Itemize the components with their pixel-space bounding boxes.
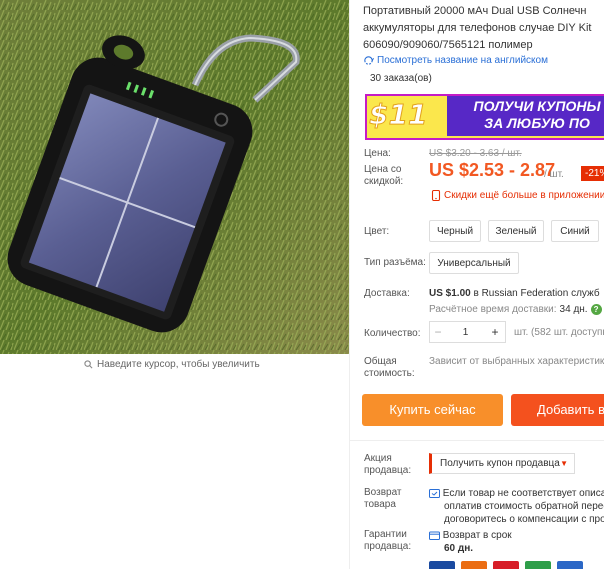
orders-count: 30 заказа(ов) bbox=[370, 73, 432, 84]
color-option-black[interactable]: Черный bbox=[429, 220, 481, 242]
color-option-green[interactable]: Зеленый bbox=[488, 220, 544, 242]
label-line: скидкой: bbox=[364, 176, 404, 187]
visa-icon bbox=[429, 561, 455, 569]
product-image[interactable] bbox=[0, 0, 349, 354]
label-line: Возврат bbox=[364, 487, 402, 498]
banner-price: $11 bbox=[369, 98, 439, 132]
label-line: Акция bbox=[364, 453, 392, 464]
returns-line: Если товар не соответствует описан bbox=[429, 487, 604, 500]
chevron-down-icon: ▼ bbox=[560, 459, 568, 468]
shipping-value[interactable]: US $1.00 в Russian Federation служб bbox=[429, 288, 600, 299]
discount-price: US $2.53 - 2.87 bbox=[429, 160, 556, 180]
return-icon bbox=[429, 488, 440, 498]
app-promo-link[interactable]: Скидки ещё больше в приложении bbox=[431, 190, 604, 201]
zoom-hint-text: Наведите курсор, чтобы увеличить bbox=[97, 359, 260, 370]
calendar-icon bbox=[429, 531, 440, 540]
translate-icon bbox=[364, 56, 374, 65]
label-line: продавца: bbox=[364, 465, 412, 476]
label-line: Общая bbox=[364, 356, 397, 367]
color-option-blue[interactable]: Синий bbox=[551, 220, 599, 242]
label-line: товара bbox=[364, 499, 396, 510]
quantity-stepper: − 1 + bbox=[429, 321, 506, 343]
returns-label: Возврат товара bbox=[364, 487, 402, 511]
add-to-cart-button[interactable]: Добавить в bbox=[511, 394, 604, 426]
warranty-text: Возврат в срок bbox=[442, 530, 512, 541]
phone-icon bbox=[431, 190, 441, 201]
warranty-info: Возврат в срок 60 дн. bbox=[429, 529, 512, 555]
seller-coupon-select[interactable]: Получить купон продавца ▼ bbox=[429, 453, 575, 474]
price-label: Цена: bbox=[364, 148, 391, 159]
quantity-decrease-button[interactable]: − bbox=[430, 325, 446, 339]
quantity-increase-button[interactable]: + bbox=[485, 325, 505, 339]
shipping-service: в Russian Federation служб bbox=[470, 288, 600, 299]
returns-line: оплатив стоимость обратной перес bbox=[444, 501, 604, 512]
price-unit: / шт. bbox=[544, 169, 564, 180]
discount-badge: -21% bbox=[581, 166, 604, 181]
color-label: Цвет: bbox=[364, 226, 390, 237]
shipping-time: Расчётное время доставки: 34 дн. ? bbox=[429, 304, 602, 315]
app-promo-text: Скидки ещё больше в приложении bbox=[444, 190, 604, 201]
quantity-available: шт. (582 шт. доступн bbox=[514, 327, 604, 338]
returns-text: Если товар не соответствует описан bbox=[442, 488, 604, 499]
seller-coupon-text: Получить купон продавца bbox=[440, 458, 560, 469]
product-title-line: Портативный 20000 мАч Dual USB Солнечн bbox=[363, 5, 587, 17]
warranty-line: Возврат в срок bbox=[429, 529, 512, 542]
shipping-label: Доставка: bbox=[364, 288, 410, 299]
shipping-time-value: 34 дн. bbox=[559, 304, 588, 315]
label-line: стоимость: bbox=[364, 368, 415, 379]
quantity-label: Количество: bbox=[364, 328, 421, 339]
warranty-days: 60 дн. bbox=[444, 543, 474, 554]
qiwi-icon bbox=[557, 561, 583, 569]
coupon-banner[interactable]: $11 ПОЛУЧИ КУПОНЫ ЗА ЛЮБУЮ ПО bbox=[365, 94, 604, 140]
product-title: Портативный 20000 мАч Dual USB Солнечн а… bbox=[363, 3, 604, 54]
connector-label: Тип разъёма: bbox=[364, 257, 426, 268]
maestro-icon bbox=[493, 561, 519, 569]
divider bbox=[350, 440, 604, 441]
translate-title-link[interactable]: Посмотреть название на английском bbox=[363, 55, 548, 66]
discount-price-label: Цена со скидкой: bbox=[364, 164, 403, 188]
connector-option-universal[interactable]: Универсальный bbox=[429, 252, 519, 274]
buy-now-button[interactable]: Купить сейчас bbox=[362, 394, 503, 426]
product-info-panel: Портативный 20000 мАч Dual USB Солнечн а… bbox=[349, 0, 604, 569]
product-title-line: 606090/909060/7565121 полимер bbox=[363, 39, 533, 51]
payment-methods bbox=[429, 561, 583, 569]
banner-text: ПОЛУЧИ КУПОНЫ ЗА ЛЮБУЮ ПО bbox=[447, 96, 604, 136]
total-label: Общая стоимость: bbox=[364, 356, 415, 380]
warranty-label: Гарантии продавца: bbox=[364, 529, 411, 553]
seller-promo-label: Акция продавца: bbox=[364, 453, 411, 477]
magnifier-icon bbox=[84, 360, 93, 369]
label-line: продавца: bbox=[364, 541, 412, 552]
help-icon[interactable]: ? bbox=[590, 304, 602, 315]
returns-info: Если товар не соответствует описан оплат… bbox=[429, 487, 604, 526]
shipping-time-label: Расчётное время доставки: bbox=[429, 304, 557, 315]
label-line: Цена со bbox=[364, 164, 402, 175]
quantity-input[interactable]: 1 bbox=[446, 327, 485, 338]
label-line: Гарантии bbox=[364, 529, 407, 540]
zoom-hint: Наведите курсор, чтобы увеличить bbox=[84, 359, 260, 370]
shipping-cost: US $1.00 bbox=[429, 288, 471, 299]
banner-line: ЗА ЛЮБУЮ ПО bbox=[484, 115, 590, 131]
mir-icon bbox=[525, 561, 551, 569]
translate-link-text: Посмотреть название на английском bbox=[377, 55, 548, 66]
product-title-line: аккумуляторы для телефонов случае DIY Ki… bbox=[363, 22, 592, 34]
solar-power-bank-photo bbox=[0, 0, 349, 354]
banner-line: ПОЛУЧИ КУПОНЫ bbox=[473, 98, 601, 114]
returns-line: договоритесь о компенсации с про bbox=[444, 514, 604, 525]
old-price: US $3.20 - 3.63 / шт. bbox=[429, 148, 522, 159]
total-note: Зависит от выбранных характеристик bbox=[429, 356, 604, 367]
mastercard-icon bbox=[461, 561, 487, 569]
